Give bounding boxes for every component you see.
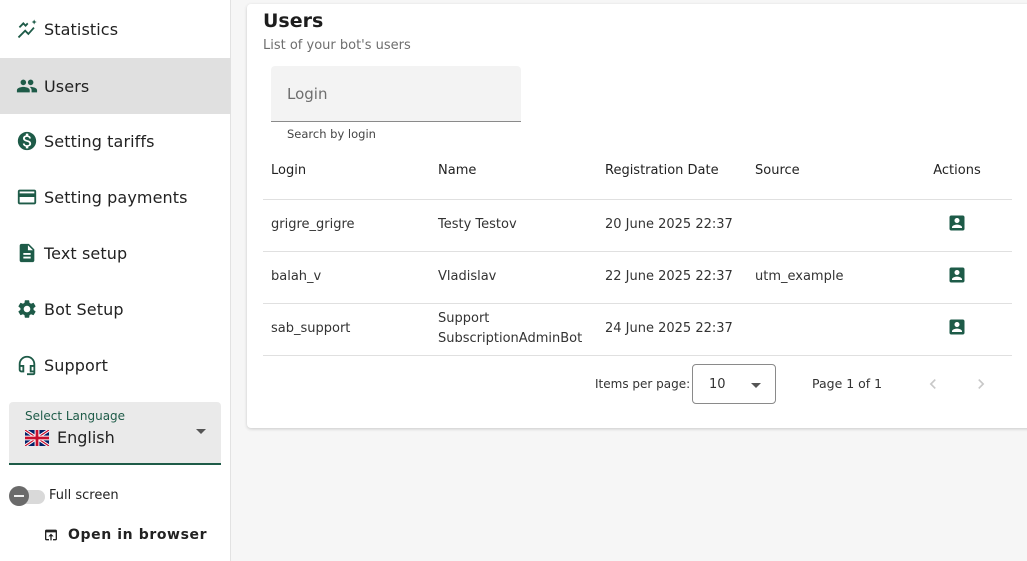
cell-actions — [902, 303, 1012, 356]
sidebar-item-bot-setup[interactable]: Bot Setup — [0, 281, 231, 337]
gear-icon — [16, 298, 38, 320]
open-in-browser-label: Open in browser — [68, 527, 208, 543]
cell-name: Vladislav — [430, 251, 597, 304]
column-header-name[interactable]: Name — [430, 143, 597, 200]
cell-source — [747, 199, 902, 252]
cell-login: sab_support — [263, 303, 430, 356]
toggle-knob — [9, 486, 29, 506]
cell-name: Support SubscriptionAdminBot — [430, 303, 597, 356]
sidebar-item-users[interactable]: Users — [0, 58, 231, 114]
open-in-new-icon — [45, 529, 57, 541]
users-icon — [16, 75, 38, 97]
sidebar-item-label: Setting tariffs — [44, 131, 155, 151]
minus-icon — [14, 495, 24, 497]
cell-source: utm_example — [747, 251, 902, 304]
sidebar-item-label: Bot Setup — [44, 299, 124, 319]
cell-source — [747, 303, 902, 356]
users-table: Login Name Registration Date Source Acti… — [263, 143, 1012, 356]
column-header-login[interactable]: Login — [263, 143, 430, 200]
fullscreen-toggle[interactable] — [9, 485, 45, 507]
fullscreen-label: Full screen — [49, 488, 119, 503]
sidebar-item-support[interactable]: Support — [0, 337, 231, 393]
search-field[interactable] — [271, 66, 521, 122]
cell-actions — [902, 251, 1012, 304]
chevron-down-icon — [751, 383, 761, 388]
credit-card-icon — [16, 186, 38, 208]
dollar-icon — [16, 130, 38, 152]
language-select-caption: Select Language — [25, 409, 126, 423]
cell-login: grigre_grigre — [263, 199, 430, 252]
table-header-row: Login Name Registration Date Source Acti… — [263, 143, 1012, 200]
language-select[interactable]: Select Language English — [9, 402, 221, 465]
page-title: Users — [263, 10, 324, 32]
page-subtitle: List of your bot's users — [263, 38, 411, 53]
view-user-button[interactable] — [945, 211, 969, 235]
language-select-value: English — [57, 428, 115, 447]
cell-registration-date: 22 June 2025 22:37 — [597, 251, 747, 304]
cell-name: Testy Testov — [430, 199, 597, 252]
sidebar-item-setting-tariffs[interactable]: Setting tariffs — [0, 113, 231, 169]
chevron-down-icon — [196, 429, 206, 434]
cell-registration-date: 20 June 2025 22:37 — [597, 199, 747, 252]
chevron-left-icon — [929, 379, 936, 389]
table-row: sab_support Support SubscriptionAdminBot… — [263, 303, 1012, 356]
sidebar-item-label: Support — [44, 355, 108, 375]
chevron-right-icon — [978, 379, 985, 389]
sidebar-item-label: Users — [44, 76, 90, 96]
cell-login: balah_v — [263, 251, 430, 304]
cell-registration-date: 24 June 2025 22:37 — [597, 303, 747, 356]
page-range: Page 1 of 1 — [812, 376, 883, 391]
column-header-source[interactable]: Source — [747, 143, 902, 200]
column-header-registration-date[interactable]: Registration Date — [597, 143, 747, 200]
open-in-browser-button[interactable]: Open in browser — [43, 524, 207, 546]
items-per-page-label: Items per page: — [595, 377, 691, 391]
items-per-page-value: 10 — [709, 377, 726, 392]
sidebar-item-text-setup[interactable]: Text setup — [0, 225, 231, 281]
account-box-icon — [949, 267, 965, 282]
sidebar-item-label: Text setup — [44, 243, 128, 263]
previous-page-button[interactable] — [921, 372, 945, 396]
account-box-icon — [949, 319, 965, 334]
cell-actions — [902, 199, 1012, 252]
table-row: grigre_grigre Testy Testov 20 June 2025 … — [263, 199, 1012, 252]
document-icon — [16, 242, 38, 264]
view-user-button[interactable] — [945, 315, 969, 339]
chart-line-icon — [16, 18, 38, 40]
users-card: Users List of your bot's users Search by… — [247, 4, 1027, 428]
search-hint: Search by login — [287, 127, 376, 141]
column-header-actions: Actions — [902, 143, 1012, 200]
search-input[interactable] — [287, 66, 507, 122]
uk-flag-icon — [25, 430, 49, 446]
sidebar-item-label: Statistics — [44, 19, 119, 39]
view-user-button[interactable] — [945, 263, 969, 287]
sidebar: Statistics Users Setting tariffs Setting… — [0, 0, 231, 561]
next-page-button[interactable] — [969, 372, 993, 396]
account-box-icon — [949, 215, 965, 230]
sidebar-item-label: Setting payments — [44, 187, 188, 207]
table-row: balah_v Vladislav 22 June 2025 22:37 utm… — [263, 251, 1012, 304]
items-per-page-select[interactable]: 10 — [692, 364, 776, 404]
sidebar-item-statistics[interactable]: Statistics — [0, 1, 231, 57]
support-icon — [16, 354, 38, 376]
sidebar-item-setting-payments[interactable]: Setting payments — [0, 169, 231, 225]
